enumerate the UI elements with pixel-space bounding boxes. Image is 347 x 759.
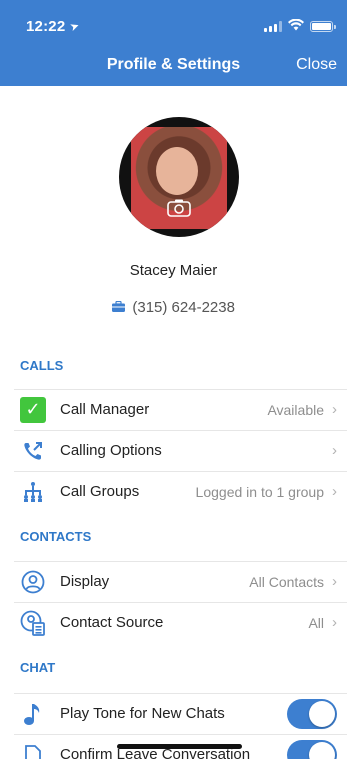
display-label: Display (60, 573, 110, 590)
status-icons (264, 18, 336, 34)
chevron-right-icon: › (332, 483, 337, 500)
home-indicator[interactable] (117, 744, 242, 749)
briefcase-icon (112, 300, 128, 315)
call-manager-row[interactable]: ✓ Call Manager Available › (14, 389, 347, 429)
play-tone-label: Play Tone for New Chats (60, 705, 225, 722)
call-groups-value: Logged in to 1 group (195, 483, 324, 500)
section-chat-title: CHAT (20, 660, 56, 675)
status-time: 12:22 (26, 17, 66, 35)
person-circle-icon (18, 568, 48, 596)
calling-options-label: Calling Options (60, 442, 162, 459)
profile-phone-number: (315) 624-2238 (132, 299, 235, 316)
contact-source-label: Contact Source (60, 614, 164, 631)
call-groups-row[interactable]: Call Groups Logged in to 1 group › (14, 471, 347, 511)
status-bar: 12:22 ➤ (26, 17, 336, 35)
profile-name: Stacey Maier (129, 262, 218, 279)
leave-conversation-icon (18, 741, 48, 759)
wifi-icon (288, 18, 304, 34)
app-header: 12:22 ➤ Profile & Settings Close (0, 0, 347, 86)
calling-options-row[interactable]: Calling Options › (14, 430, 347, 470)
play-tone-toggle[interactable] (287, 698, 337, 729)
profile-face (156, 147, 198, 195)
phone-forward-icon (18, 437, 48, 465)
call-groups-icon (18, 478, 48, 506)
page-title: Profile & Settings (106, 56, 241, 73)
check-icon: ✓ (18, 396, 48, 424)
section-contacts-title: CONTACTS (20, 529, 92, 544)
call-manager-label: Call Manager (60, 401, 150, 418)
chevron-right-icon: › (332, 442, 337, 459)
chevron-right-icon: › (332, 401, 337, 418)
avatar[interactable] (119, 117, 239, 237)
chevron-right-icon: › (332, 614, 337, 631)
contact-source-value: All (308, 614, 324, 631)
contact-source-icon (18, 609, 48, 637)
location-arrow-icon: ➤ (68, 19, 82, 34)
section-calls-title: CALLS (20, 358, 64, 373)
contact-source-row[interactable]: Contact Source All › (14, 602, 347, 642)
call-manager-value: Available (267, 401, 324, 418)
confirm-leave-toggle[interactable] (287, 739, 337, 759)
call-groups-label: Call Groups (60, 483, 140, 500)
display-row[interactable]: Display All Contacts › (14, 561, 347, 601)
camera-icon[interactable] (166, 199, 192, 219)
chevron-right-icon: › (332, 573, 337, 590)
display-value: All Contacts (249, 573, 324, 590)
play-tone-row: Play Tone for New Chats (14, 693, 347, 733)
battery-icon (310, 20, 336, 32)
close-button[interactable]: Close (296, 56, 337, 74)
music-note-icon (18, 700, 48, 728)
profile-phone: (315) 624-2238 (0, 299, 347, 316)
cellular-signal-icon (264, 20, 282, 32)
